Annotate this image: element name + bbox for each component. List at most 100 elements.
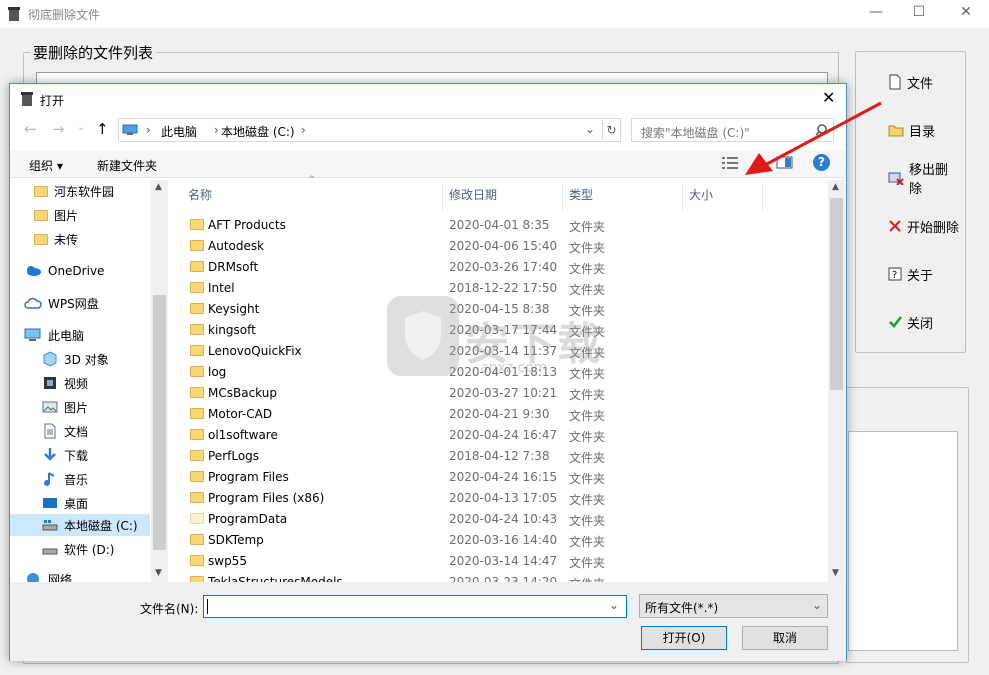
remove-label: 移出删除: [909, 163, 949, 197]
file-date: 2020-04-13 17:05: [449, 491, 558, 505]
scroll-up-icon[interactable]: ▲: [155, 182, 162, 192]
file-name: Intel: [208, 281, 235, 295]
file-name: Program Files (x86): [208, 491, 325, 505]
breadcrumb-drive-c[interactable]: 本地磁盘 (C:): [221, 123, 295, 140]
dialog-title: 打开: [40, 94, 65, 108]
file-type: 文件夹: [569, 535, 606, 549]
maximize-button[interactable]: ☐: [899, 4, 939, 20]
file-icon: [889, 74, 901, 90]
file-date: 2020-04-24 16:47: [449, 428, 558, 442]
file-scrollbar[interactable]: ▲ ▼: [828, 180, 845, 582]
file-type: 文件夹: [569, 409, 606, 423]
file-type: 文件夹: [569, 430, 606, 444]
file-row[interactable]: MCsBackup 2020-03-27 10:21 文件夹: [180, 382, 828, 403]
file-list-group-title: 要删除的文件列表: [30, 42, 157, 63]
file-type: 文件夹: [569, 472, 606, 486]
refresh-icon[interactable]: ↻: [602, 120, 620, 140]
about-label: 关于: [907, 268, 934, 284]
up-button[interactable]: ↑: [96, 120, 109, 138]
file-row[interactable]: Program Files (x86) 2020-04-13 17:05 文件夹: [180, 487, 828, 508]
new-folder-button[interactable]: 新建文件夹: [97, 157, 157, 174]
watermark-logo: [387, 296, 459, 376]
file-row[interactable]: PerfLogs 2018-04-12 7:38 文件夹: [180, 445, 828, 466]
file-row[interactable]: Autodesk 2020-04-06 15:40 文件夹: [180, 235, 828, 256]
file-date: 2020-04-24 10:43: [449, 512, 558, 526]
nav-item-hedong[interactable]: 河东软件园: [34, 180, 114, 202]
filename-input[interactable]: ⌄: [203, 595, 627, 618]
file-row[interactable]: DRMsoft 2020-03-26 17:40 文件夹: [180, 256, 828, 277]
file-name: AFT Products: [208, 218, 286, 232]
column-size[interactable]: 大小: [683, 184, 763, 210]
file-date: 2020-04-01 8:35: [449, 218, 550, 232]
minimize-button[interactable]: —: [856, 4, 896, 20]
file-name: MCsBackup: [208, 386, 277, 400]
breadcrumb-sep: ›: [301, 123, 306, 137]
file-row[interactable]: AFT Products 2020-04-01 8:35 文件夹: [180, 214, 828, 235]
text-cursor: [207, 599, 208, 614]
file-type: 文件夹: [569, 493, 606, 507]
chevron-down-icon[interactable]: ⌄: [609, 598, 619, 612]
chevron-down-icon[interactable]: ⌄: [585, 122, 595, 136]
file-row[interactable]: Program Files 2020-04-24 16:15 文件夹: [180, 466, 828, 487]
close-window-button[interactable]: ✕: [946, 4, 986, 20]
shield-icon: [405, 311, 441, 360]
file-name: DRMsoft: [208, 260, 259, 274]
file-type: 文件夹: [569, 262, 606, 276]
file-name: LenovoQuickFix: [208, 344, 302, 358]
file-row[interactable]: Intel 2018-12-22 17:50 文件夹: [180, 277, 828, 298]
file-name: SDKTemp: [208, 533, 264, 547]
file-name: Autodesk: [208, 239, 265, 253]
watermark-sub: anxz.com: [480, 360, 548, 376]
folder-icon: [190, 492, 204, 503]
folder-icon: [190, 450, 204, 461]
about-button[interactable]: ? 关于: [870, 262, 960, 286]
scroll-down-icon[interactable]: ▼: [832, 568, 839, 578]
cancel-button[interactable]: 取消: [742, 626, 828, 650]
file-row[interactable]: ProgramData 2020-04-24 10:43 文件夹: [180, 508, 828, 529]
file-date: 2020-03-16 14:40: [449, 533, 558, 547]
file-type: 文件夹: [569, 388, 606, 402]
app-icon: [8, 7, 20, 21]
organize-label: 组织: [29, 159, 54, 173]
recent-dropdown[interactable]: ⌄: [77, 122, 85, 133]
file-scroll-thumb[interactable]: [830, 198, 843, 390]
nav-label: 河东软件园: [54, 184, 115, 199]
file-date: 2020-03-14 14:47: [449, 554, 558, 568]
file-type-select[interactable]: 所有文件(*.*) ⌄: [639, 594, 828, 618]
start-delete-button[interactable]: 开始删除: [870, 214, 960, 238]
file-date: 2020-04-24 16:15: [449, 470, 558, 484]
back-button[interactable]: ←: [24, 120, 37, 138]
folder-icon: [190, 240, 204, 251]
column-name[interactable]: 名称: [182, 184, 443, 210]
column-type[interactable]: 类型: [563, 184, 683, 210]
file-row[interactable]: TeklaStructuresModels 2020-03-23 14:20 文件夹: [180, 571, 828, 582]
file-name: Keysight: [208, 302, 260, 316]
file-date: 2020-04-21 9:30: [449, 407, 550, 421]
file-type: 文件夹: [569, 556, 606, 570]
file-date: 2020-03-23 14:20: [449, 575, 558, 582]
folder-icon: [190, 429, 204, 440]
column-date[interactable]: 修改日期: [443, 184, 563, 210]
file-row[interactable]: Motor-CAD 2020-04-21 9:30 文件夹: [180, 403, 828, 424]
svg-text:?: ?: [892, 270, 897, 281]
file-name: PerfLogs: [208, 449, 260, 463]
breadcrumb-this-pc[interactable]: 此电脑: [161, 123, 197, 140]
folder-icon: [190, 513, 204, 524]
close-button[interactable]: 关闭: [870, 310, 960, 334]
file-date: 2020-03-26 17:40: [449, 260, 558, 274]
forward-button[interactable]: →: [52, 120, 65, 138]
address-bar[interactable]: › 此电脑 › 本地磁盘 (C:) › ⌄ ↻: [118, 118, 621, 142]
file-row[interactable]: swp55 2020-03-14 14:47 文件夹: [180, 550, 828, 571]
file-name: ol1software: [208, 428, 278, 442]
folder-icon: [190, 366, 204, 377]
file-row[interactable]: ol1software 2020-04-24 16:47 文件夹: [180, 424, 828, 445]
file-date: 2018-12-22 17:50: [449, 281, 558, 295]
file-row[interactable]: SDKTemp 2020-03-16 14:40 文件夹: [180, 529, 828, 550]
organize-button[interactable]: 组织 ▾: [29, 157, 63, 174]
file-name: ProgramData: [208, 512, 288, 526]
check-icon: [889, 316, 902, 328]
folder-icon: [190, 345, 204, 356]
folder-icon: [190, 408, 204, 419]
open-button[interactable]: 打开(O): [641, 626, 727, 650]
add-file-button[interactable]: 文件: [870, 70, 960, 94]
